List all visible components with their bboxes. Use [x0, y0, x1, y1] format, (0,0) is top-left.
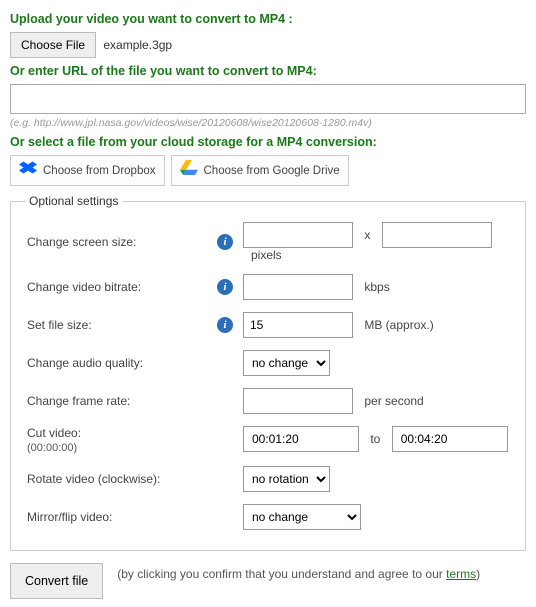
screen-size-label: Change screen size: — [25, 216, 215, 268]
cut-to-sep: to — [370, 432, 380, 446]
cut-to-input[interactable] — [392, 426, 508, 452]
frame-rate-input[interactable] — [243, 388, 353, 414]
cut-label: Cut video: — [27, 426, 81, 440]
mirror-label: Mirror/flip video: — [25, 498, 215, 536]
info-icon[interactable]: i — [217, 279, 233, 295]
gdrive-button[interactable]: Choose from Google Drive — [171, 155, 349, 186]
screen-height-input[interactable] — [382, 222, 492, 248]
optional-settings-fieldset: Optional settings Change screen size: i … — [10, 194, 526, 551]
upload-title: Upload your video you want to convert to… — [10, 12, 526, 26]
bitrate-input[interactable] — [243, 274, 353, 300]
bitrate-label: Change video bitrate: — [25, 268, 215, 306]
cut-from-input[interactable] — [243, 426, 359, 452]
screen-size-unit: pixels — [251, 248, 282, 262]
gdrive-icon — [180, 160, 198, 181]
choose-file-button[interactable]: Choose File — [10, 32, 96, 58]
bitrate-unit: kbps — [364, 280, 389, 294]
cut-hint: (00:00:00) — [27, 442, 213, 454]
rotate-label: Rotate video (clockwise): — [25, 460, 215, 498]
frame-rate-unit: per second — [364, 394, 423, 408]
url-input[interactable] — [10, 84, 526, 114]
selected-filename: example.3gp — [103, 38, 172, 52]
terms-link[interactable]: terms — [446, 567, 476, 581]
mirror-select[interactable]: no change — [243, 504, 361, 530]
dropbox-icon — [19, 160, 37, 181]
audio-quality-label: Change audio quality: — [25, 344, 215, 382]
rotate-select[interactable]: no rotation — [243, 466, 330, 492]
convert-button[interactable]: Convert file — [10, 563, 103, 599]
screen-width-input[interactable] — [243, 222, 353, 248]
filesize-unit: MB (approx.) — [364, 318, 433, 332]
dropbox-button[interactable]: Choose from Dropbox — [10, 155, 165, 186]
dropbox-label: Choose from Dropbox — [43, 165, 156, 177]
optional-legend: Optional settings — [25, 194, 122, 208]
filesize-input[interactable] — [243, 312, 353, 338]
info-icon[interactable]: i — [217, 234, 233, 250]
url-hint: (e.g. http://www.jpl.nasa.gov/videos/wis… — [10, 117, 526, 129]
audio-quality-select[interactable]: no change — [243, 350, 330, 376]
terms-note: (by clicking you confirm that you unders… — [117, 567, 480, 581]
gdrive-label: Choose from Google Drive — [204, 165, 340, 177]
dimension-x: x — [364, 228, 370, 242]
filesize-label: Set file size: — [25, 306, 215, 344]
cloud-title: Or select a file from your cloud storage… — [10, 135, 526, 149]
frame-rate-label: Change frame rate: — [25, 382, 215, 420]
info-icon[interactable]: i — [217, 317, 233, 333]
url-title: Or enter URL of the file you want to con… — [10, 64, 526, 78]
